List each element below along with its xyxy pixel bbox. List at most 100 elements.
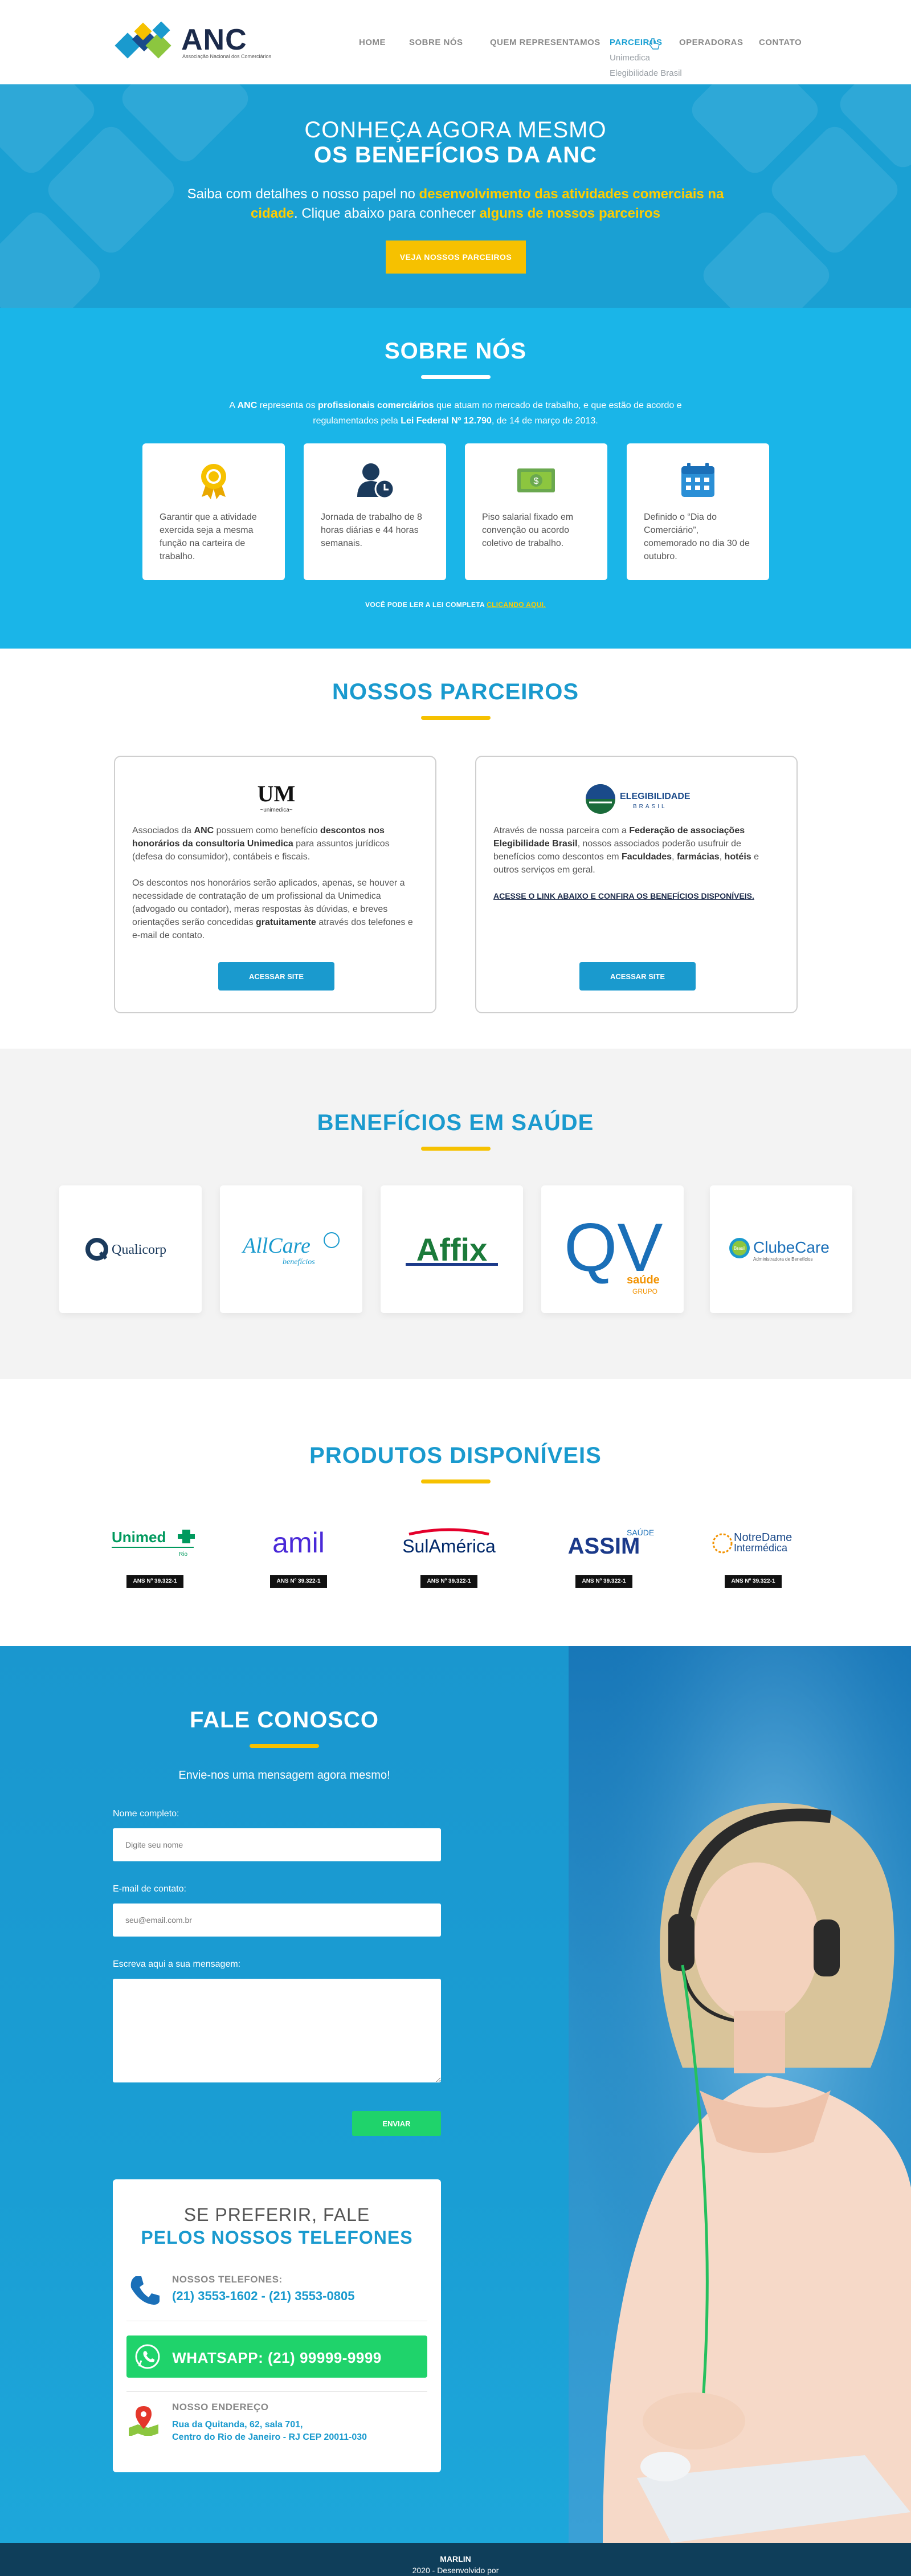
site-header: ANC Associação Nacional dos Comerciários…: [0, 0, 911, 84]
hand-pointer-icon: [649, 38, 660, 50]
text-bold: ANC: [194, 826, 214, 835]
phones-title-line2: PELOS NOSSOS TELEFONES: [141, 2227, 413, 2248]
hero-banner: CONHEÇA AGORA MESMO OS BENEFÍCIOS DA ANC…: [0, 84, 911, 308]
right-card: Jornada de trabalho de 8 horas diárias e…: [304, 443, 446, 580]
address-line1: Rua da Quitanda, 62, sala 701,: [172, 2420, 303, 2430]
support-woman-photo: [569, 1646, 911, 2543]
email-input[interactable]: [113, 1904, 441, 1937]
anc-logo[interactable]: ANC Associação Nacional dos Comerciários: [114, 22, 271, 64]
card-text: Jornada de trabalho de 8 horas diárias e…: [321, 512, 422, 548]
calendar-icon: [681, 463, 714, 497]
products-section: PRODUTOS DISPONÍVEIS Unimed Rio ANS Nº 3…: [0, 1379, 911, 1646]
health-logo-card[interactable]: Brasil ClubeCare Administradora de Benef…: [710, 1185, 852, 1313]
elegibilidade-benefits-link[interactable]: ACESSE O LINK ABAIXO E CONFIRA OS BENEFÍ…: [493, 891, 754, 900]
about-text-bold: Lei Federal Nº 12.790: [401, 416, 492, 426]
send-button[interactable]: ENVIAR: [352, 2111, 441, 2136]
text-bold: farmácias: [676, 852, 720, 862]
health-title: BENEFÍCIOS EM SAÚDE: [317, 1110, 594, 1135]
submenu-item-unimedica[interactable]: Unimedica: [610, 50, 682, 66]
hero-text-highlight: alguns de nossos parceiros: [479, 206, 660, 221]
see-partners-button[interactable]: VEJA NOSSOS PARCEIROS: [386, 241, 526, 274]
unimedica-logo-sub: ~unimedica~: [260, 807, 292, 813]
phones-label: NOSSOS TELEFONES:: [172, 2274, 283, 2285]
elegibilidade-paragraph: Através de nossa parceira com a Federaçã…: [493, 824, 779, 877]
whatsapp-button[interactable]: WHATSAPP: (21) 99999-9999: [126, 2335, 427, 2378]
nav-operadoras[interactable]: OPERADORAS: [679, 38, 743, 47]
logo-mark-icon: [115, 22, 171, 59]
nav-contato[interactable]: CONTATO: [759, 38, 802, 47]
text-part: Através de nossa parceira com a: [493, 826, 630, 835]
address-label: NOSSO ENDEREÇO: [172, 2402, 269, 2412]
user-clock-icon: [357, 463, 395, 499]
unimedica-paragraph: Associados da ANC possuem como benefício…: [132, 824, 418, 863]
email-label: E-mail de contato:: [113, 1884, 186, 1894]
partners-section: NOSSOS PARCEIROS UM ~unimedica~ Associad…: [0, 649, 911, 1049]
about-text: A ANC representa os profissionais comerc…: [211, 398, 700, 429]
about-text-part: , de 14 de março de 2013.: [491, 416, 598, 426]
text-bold: gratuitamente: [256, 918, 316, 927]
message-textarea[interactable]: [113, 1979, 441, 2082]
text-part: Associados da: [132, 826, 194, 835]
phones-title-line1: SE PREFERIR, FALE: [183, 2204, 370, 2225]
health-logo-card[interactable]: QV saúde GRUPO: [541, 1185, 684, 1313]
qualicorp-logo: Qualicorp: [85, 1238, 166, 1261]
divider: [126, 2391, 427, 2392]
card-text: Garantir que a atividade exercida seja a…: [160, 512, 257, 561]
submenu-item-elegibilidade[interactable]: Elegibilidade Brasil: [610, 66, 682, 81]
assim-logo: SAÚDE ASSIM: [568, 1528, 655, 1559]
nav-sobre-nos[interactable]: SOBRE NÓS: [409, 38, 463, 47]
product-item[interactable]: NotreDame Intermédica ANS Nº 39.322-1: [696, 1518, 810, 1592]
card-text: Definido o “Dia do Comerciário”, comemor…: [644, 512, 750, 561]
health-logo-card[interactable]: Qualicorp: [59, 1185, 202, 1313]
name-input[interactable]: [113, 1828, 441, 1861]
clubecare-badge: Brasil: [734, 1246, 745, 1251]
award-icon: [201, 464, 226, 499]
title-underline: [421, 1147, 491, 1151]
nav-quem-representamos[interactable]: QUEM REPRESENTAMOS: [490, 38, 600, 47]
footer-credit: 2020 - Desenvolvido por: [412, 2566, 499, 2575]
elegibilidade-logo-sub: BRASIL: [633, 804, 667, 810]
text-bold: hotéis: [724, 852, 751, 862]
elegibilidade-access-button[interactable]: ACESSAR SITE: [579, 962, 696, 991]
allcare-text: AllCare: [241, 1234, 311, 1258]
health-benefits-section: BENEFÍCIOS EM SAÚDE Qualicorp AllCare be…: [0, 1049, 911, 1379]
product-item[interactable]: amil ANS Nº 39.322-1: [242, 1518, 356, 1592]
unimed-sub: Rio: [179, 1551, 187, 1558]
health-logo-card[interactable]: AllCare benefícios: [220, 1185, 362, 1313]
about-section: SOBRE NÓS A ANC representa os profission…: [0, 308, 911, 649]
product-item[interactable]: SulAmérica ANS Nº 39.322-1: [392, 1518, 506, 1592]
money-icon: $: [517, 468, 555, 492]
logo-text: ANC: [181, 23, 247, 56]
assim-text: ASSIM: [568, 1534, 640, 1559]
unimedica-logo: UM ~unimedica~: [258, 781, 296, 813]
qv-sub: saúde: [627, 1274, 660, 1286]
clubecare-logo: Brasil ClubeCare Administradora de Benef…: [729, 1238, 830, 1262]
title-underline: [421, 716, 491, 720]
qv-sub2: GRUPO: [632, 1287, 657, 1295]
name-label: Nome completo:: [113, 1809, 179, 1819]
marlin-logo[interactable]: MARLIN: [440, 2554, 471, 2563]
phone-icon: [130, 2276, 160, 2305]
text-bold: Faculdades: [622, 852, 672, 862]
phones-value[interactable]: (21) 3553-1602 - (21) 3553-0805: [172, 2289, 354, 2304]
health-logo-card[interactable]: Affix: [381, 1185, 523, 1313]
products-title: PRODUTOS DISPONÍVEIS: [309, 1443, 602, 1468]
clubecare-text: ClubeCare: [753, 1238, 830, 1256]
right-card: Garantir que a atividade exercida seja a…: [142, 443, 285, 580]
unimed-text: Unimed: [112, 1529, 166, 1546]
product-item[interactable]: SAÚDE ASSIM ANS Nº 39.322-1: [547, 1518, 661, 1592]
amil-text: amil: [272, 1527, 325, 1559]
product-item[interactable]: Unimed Rio ANS Nº 39.322-1: [98, 1518, 212, 1592]
about-text-bold: profissionais comerciários: [318, 401, 434, 410]
unimedica-logo-text: UM: [258, 781, 296, 806]
title-underline: [421, 1479, 491, 1483]
law-link[interactable]: CLICANDO AQUI.: [487, 601, 546, 609]
hero-text-part: . Clique abaixo para conhecer: [294, 206, 480, 221]
elegibilidade-logo-text: ELEGIBILIDADE: [620, 792, 691, 801]
rights-cards: Garantir que a atividade exercida seja a…: [142, 443, 769, 580]
unimedica-access-button[interactable]: ACESSAR SITE: [218, 962, 334, 991]
unimedica-paragraph: Os descontos nos honorários serão aplica…: [132, 877, 418, 942]
about-title: SOBRE NÓS: [384, 339, 527, 364]
nav-home[interactable]: HOME: [359, 38, 386, 47]
law-note: VOCÊ PODE LER A LEI COMPLETA CLICANDO AQ…: [0, 601, 911, 609]
